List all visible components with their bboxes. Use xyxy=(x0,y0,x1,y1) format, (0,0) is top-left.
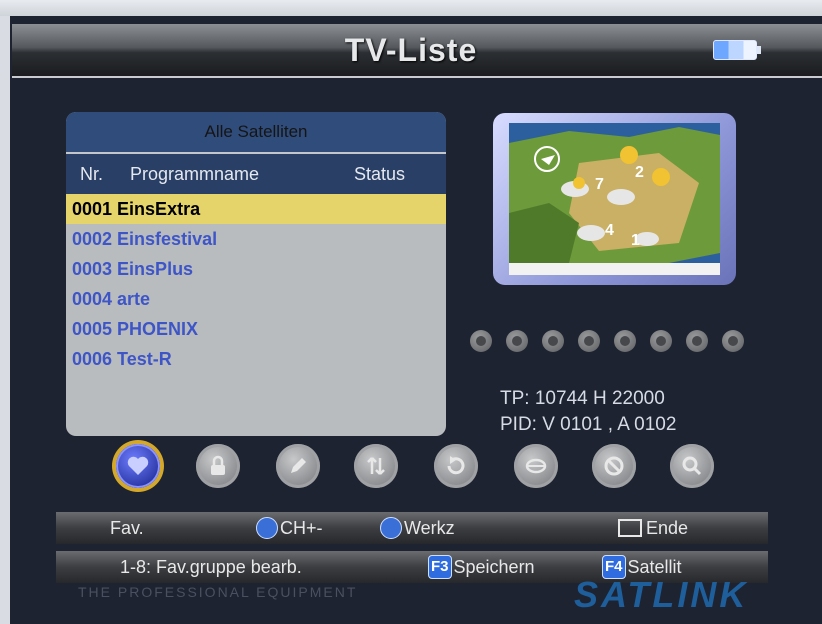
channel-row[interactable]: 0006 Test-R xyxy=(66,344,446,374)
tp-value: TP: 10744 H 22000 xyxy=(500,388,665,409)
channel-row[interactable]: 0002 Einsfestival xyxy=(66,224,446,254)
column-status: Status xyxy=(354,164,406,184)
weather-number: 7 xyxy=(595,176,604,193)
favorite-icon[interactable] xyxy=(116,444,160,488)
channel-row[interactable]: 0004 arte xyxy=(66,284,446,314)
top-strip xyxy=(0,0,822,16)
radio-icon xyxy=(542,330,564,352)
tv-icon xyxy=(470,330,492,352)
edit-icon[interactable] xyxy=(276,444,320,488)
music-icon xyxy=(578,330,600,352)
weather-number: 4 xyxy=(605,222,614,239)
skip-icon[interactable] xyxy=(434,444,478,488)
status-icon-row xyxy=(470,330,760,354)
ch-hint[interactable]: CH+- xyxy=(256,512,323,544)
exit-icon xyxy=(618,519,642,537)
battery-icon xyxy=(713,40,761,60)
save-hint[interactable]: F3 Speichern xyxy=(428,551,535,583)
weather-map-image: 2 7 4 1 xyxy=(509,123,720,275)
fav-group-edit-hint[interactable]: 1-8: Fav.gruppe bearb. xyxy=(120,551,302,583)
hd-icon xyxy=(614,330,636,352)
help-bar-1: Fav. CH+- Werkz Ende xyxy=(56,512,768,544)
channel-row[interactable]: 0001 EinsExtra xyxy=(66,194,446,224)
channel-list-panel: Alle Satelliten Nr. Programmname Status … xyxy=(66,112,446,436)
tools-hint[interactable]: Werkz xyxy=(380,512,455,544)
fav-hint[interactable]: Fav. xyxy=(110,512,144,544)
lock-icon xyxy=(686,330,708,352)
rename-icon[interactable] xyxy=(514,444,558,488)
delete-icon[interactable] xyxy=(592,444,636,488)
watermark-text: THE PROFESSIONAL EQUIPMENT xyxy=(78,584,358,600)
brand-logo: SATLINK xyxy=(574,574,749,615)
exit-hint[interactable]: Ende xyxy=(618,512,688,544)
weather-number: 2 xyxy=(635,164,644,181)
sat-icon xyxy=(650,330,672,352)
satellite-filter-header[interactable]: Alle Satelliten xyxy=(66,112,446,152)
receiver-screen: TV-Liste Alle Satelliten Nr. Programmnam… xyxy=(0,0,822,624)
column-header: Nr. Programmname Status xyxy=(66,152,446,194)
f3-key: F3 xyxy=(428,555,452,579)
move-icon[interactable] xyxy=(354,444,398,488)
transponder-info: TP: 10744 H 22000 PID: V 0101 , A 0102 xyxy=(500,386,676,438)
person-icon xyxy=(722,330,744,352)
weather-number: 1 xyxy=(631,232,640,249)
channel-preview: 2 7 4 1 xyxy=(493,113,736,285)
left-right-icon xyxy=(380,517,402,539)
column-nr: Nr. xyxy=(80,164,104,184)
lock-icon[interactable] xyxy=(196,444,240,488)
up-down-icon xyxy=(256,517,278,539)
globe-icon xyxy=(506,330,528,352)
channel-row[interactable]: 0003 EinsPlus xyxy=(66,254,446,284)
search-icon[interactable] xyxy=(670,444,714,488)
channel-row[interactable]: 0005 PHOENIX xyxy=(66,314,446,344)
page-title: TV-Liste xyxy=(344,32,478,68)
pid-value: PID: V 0101 , A 0102 xyxy=(500,414,677,435)
column-name: Programmname xyxy=(130,164,260,184)
